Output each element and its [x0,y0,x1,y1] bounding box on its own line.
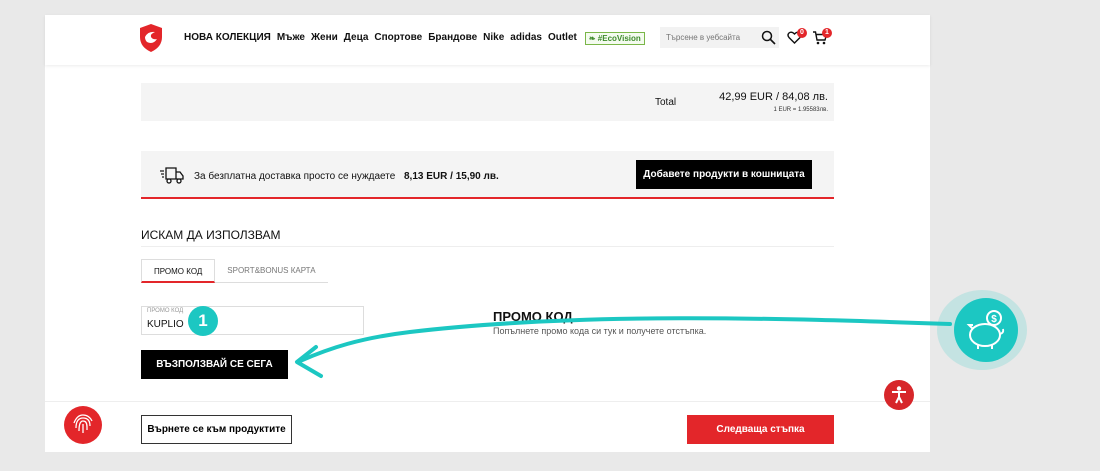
tab-promo-code[interactable]: ПРОМО КОД [141,259,216,283]
delivery-truck-icon [160,167,184,184]
piggy-bank-icon: $ [966,310,1005,349]
nav-new-collection[interactable]: НОВА КОЛЕКЦИЯ [184,32,271,45]
accessibility-icon [892,386,906,404]
order-total: Total 42,99 EUR / 84,08 лв. 1 EUR = 1.95… [141,83,834,121]
discount-tabs: ПРОМО КОД SPORT&BONUS КАРТА [141,259,328,283]
divider [141,246,834,247]
site-header: НОВА КОЛЕКЦИЯ Мъже Жени Деца Спортове Бр… [45,15,930,65]
accessibility-button[interactable] [884,380,914,410]
next-step-button[interactable]: Следваща стъпка [687,415,834,444]
fingerprint-icon [73,414,93,433]
promo-code-field-label: ПРОМО КОД [147,308,184,314]
nav-ecovision[interactable]: ❧ #EcoVision [584,32,645,45]
nav-women[interactable]: Жени [311,32,338,45]
nav-outlet[interactable]: Outlet [548,32,577,45]
cart-count-badge: 1 [822,28,832,38]
ecovision-label: #EcoVision [597,34,641,43]
fingerprint-button[interactable] [64,406,102,444]
nav-brands[interactable]: Брандове [428,32,477,45]
step-number-badge: 1 [188,306,218,336]
search-input[interactable] [660,27,755,48]
apply-promo-button[interactable]: ВЪЗПОЛЗВАЙ СЕ СЕГА [141,350,288,379]
total-value: 42,99 EUR / 84,08 лв. [719,91,828,103]
tab-sport-bonus-card[interactable]: SPORT&BONUS КАРТА [215,259,327,283]
discount-section-title: ИСКАМ ДА ИЗПОЛЗВАМ [141,228,281,242]
promo-code-input[interactable] [147,319,347,330]
checkout-footer: Върнете се към продуктите Следваща стъпк… [45,401,930,452]
wishlist-count-badge: 0 [797,28,807,38]
nav-sports[interactable]: Спортове [374,32,422,45]
exchange-rate: 1 EUR = 1.95583лв. [773,107,828,113]
brand-logo[interactable] [138,24,164,52]
nav-nike[interactable]: Nike [483,32,504,45]
nav-adidas[interactable]: adidas [510,32,542,45]
checkout-page: НОВА КОЛЕКЦИЯ Мъже Жени Деца Спортове Бр… [45,15,930,452]
promo-description: Попълнете промо кода си тук и получете о… [493,326,707,336]
svg-text:$: $ [991,314,997,325]
search-box [660,27,779,48]
shipping-text: За безплатна доставка просто се нуждаете [194,171,396,182]
total-label: Total [655,97,677,108]
back-to-products-button[interactable]: Върнете се към продуктите [141,415,292,444]
promo-heading: ПРОМО КОД [493,309,573,324]
nav-men[interactable]: Мъже [277,32,305,45]
search-icon[interactable] [761,30,776,45]
nav-kids[interactable]: Деца [344,32,369,45]
shipping-amount: 8,13 EUR / 15,90 лв. [404,171,499,182]
free-shipping-banner: За безплатна доставка просто се нуждаете… [141,151,834,199]
main-nav: НОВА КОЛЕКЦИЯ Мъже Жени Деца Спортове Бр… [184,32,645,45]
add-products-button[interactable]: Добавете продукти в кошницата [636,160,812,189]
leaf-icon: ❧ [588,34,596,43]
piggy-bank-badge: $ [954,298,1018,362]
promo-code-field: ПРОМО КОД [141,306,364,335]
